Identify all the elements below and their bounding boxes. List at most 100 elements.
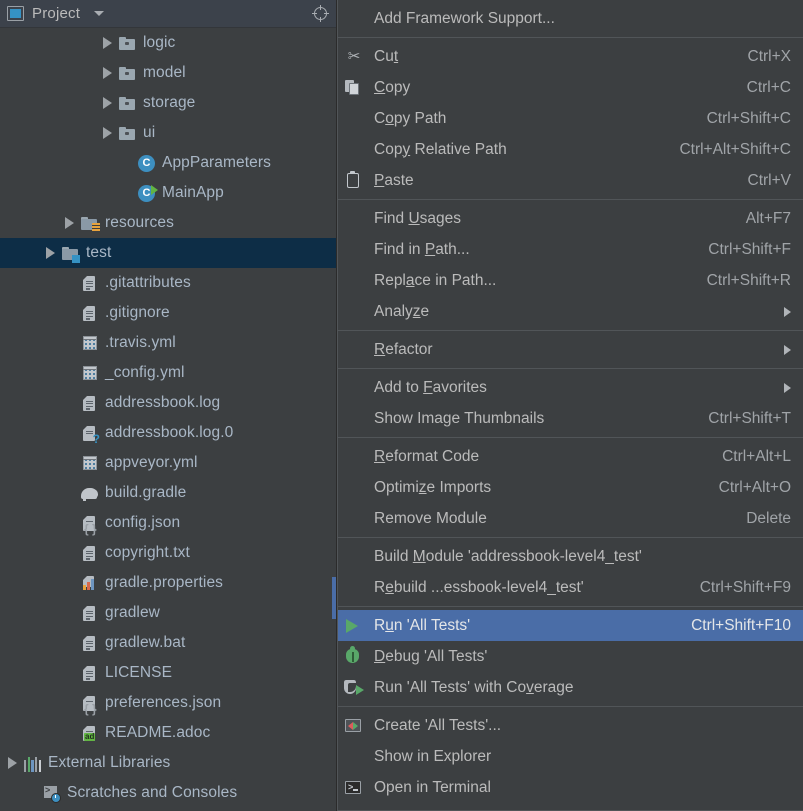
menu-item[interactable]: Find Usages Alt+F7	[338, 203, 803, 234]
tree-row[interactable]: storage	[0, 88, 336, 118]
tree-row[interactable]: logic	[0, 28, 336, 58]
menu-item[interactable]: ✂ Cut Ctrl+X	[338, 41, 803, 72]
expand-arrow-icon[interactable]	[46, 247, 55, 259]
menu-item-shortcut: Ctrl+C	[746, 78, 791, 96]
tree-scrollbar-thumb[interactable]	[332, 577, 336, 619]
tree-row[interactable]: .travis.yml	[0, 328, 336, 358]
text-file-icon	[81, 395, 98, 412]
menu-item-label: Show in Explorer	[374, 747, 492, 765]
menu-item[interactable]: > Open in Terminal	[338, 772, 803, 803]
menu-item-shortcut: Ctrl+Shift+F	[708, 240, 791, 258]
text-file-icon	[81, 545, 98, 562]
tree-row-label: MainApp	[162, 184, 224, 201]
chevron-down-icon[interactable]	[94, 11, 105, 16]
tree-row[interactable]: gradlew.bat	[0, 628, 336, 658]
menu-item[interactable]: Show in Explorer	[338, 741, 803, 772]
tree-row[interactable]: ad README.adoc	[0, 718, 336, 748]
tree-row[interactable]: { } preferences.json	[0, 688, 336, 718]
no-icon	[343, 241, 365, 258]
submenu-arrow-icon[interactable]	[784, 382, 791, 393]
context-menu[interactable]: Add Framework Support... ✂ Cut Ctrl+X Copy Ct…	[337, 0, 803, 811]
expand-arrow-icon[interactable]	[65, 217, 74, 229]
gradle-file-icon	[81, 485, 98, 502]
tree-row[interactable]: External Libraries	[0, 748, 336, 778]
menu-item-shortcut: Ctrl+V	[747, 171, 792, 189]
menu-item[interactable]: Add to Favorites	[338, 372, 803, 403]
menu-item[interactable]: Analyze	[338, 296, 803, 327]
tree-row[interactable]: gradle.properties	[0, 568, 336, 598]
expand-arrow-icon[interactable]	[103, 127, 112, 139]
tree-row[interactable]: LICENSE	[0, 658, 336, 688]
menu-item-label: Cut	[374, 47, 399, 65]
locate-target-icon[interactable]	[312, 5, 329, 22]
tree-row-label: gradle.properties	[105, 574, 224, 591]
menu-item[interactable]: Find in Path... Ctrl+Shift+F	[338, 234, 803, 265]
menu-item[interactable]: Add Framework Support...	[338, 3, 803, 34]
tree-row[interactable]: addressbook.log	[0, 388, 336, 418]
tree-row[interactable]: model	[0, 58, 336, 88]
menu-item-label: Rebuild ...essbook-level4_test'	[374, 578, 584, 596]
tree-row[interactable]: { } config.json	[0, 508, 336, 538]
menu-item[interactable]: Debug 'All Tests'	[338, 641, 803, 672]
menu-item[interactable]: Paste Ctrl+V	[338, 165, 803, 196]
tree-row[interactable]: .gitattributes	[0, 268, 336, 298]
project-window-icon	[7, 6, 24, 21]
folder-icon	[119, 65, 136, 82]
folder-icon	[119, 95, 136, 112]
menu-item[interactable]: Copy Relative Path Ctrl+Alt+Shift+C	[338, 134, 803, 165]
folder-icon	[119, 35, 136, 52]
tree-row[interactable]: resources	[0, 208, 336, 238]
intellij-project-view-with-context-menu: Project logic model storage ui C AppParameter…	[0, 0, 803, 811]
tree-row[interactable]: ui	[0, 118, 336, 148]
tree-row[interactable]: ? addressbook.log.0	[0, 418, 336, 448]
menu-item[interactable]: Run 'All Tests' with Coverage	[338, 672, 803, 703]
tree-row[interactable]: _config.yml	[0, 358, 336, 388]
menu-separator	[338, 37, 803, 38]
properties-file-icon	[81, 575, 98, 592]
tree-row-selected[interactable]: test	[0, 238, 336, 268]
submenu-arrow-icon[interactable]	[784, 306, 791, 317]
menu-item[interactable]: Replace in Path... Ctrl+Shift+R	[338, 265, 803, 296]
menu-item-shortcut: Ctrl+Shift+T	[708, 409, 791, 427]
menu-item-label: Find Usages	[374, 209, 462, 227]
no-icon	[343, 303, 365, 320]
tree-row[interactable]: C AppParameters	[0, 148, 336, 178]
tree-row-label: AppParameters	[162, 154, 271, 171]
expand-arrow-icon[interactable]	[103, 67, 112, 79]
expand-arrow-icon[interactable]	[103, 37, 112, 49]
tree-row[interactable]: > Scratches and Consoles	[0, 778, 336, 808]
submenu-arrow-icon[interactable]	[784, 344, 791, 355]
no-icon	[343, 448, 365, 465]
tree-row[interactable]: .gitignore	[0, 298, 336, 328]
tree-row-label: config.json	[105, 514, 181, 531]
menu-item[interactable]: Refactor	[338, 334, 803, 365]
json-file-icon: { }	[81, 695, 98, 715]
project-tree[interactable]: logic model storage ui C AppParameters C MainAp…	[0, 28, 336, 811]
menu-item[interactable]: Copy Path Ctrl+Shift+C	[338, 103, 803, 134]
menu-separator	[338, 368, 803, 369]
tree-row-label: gradlew	[105, 604, 160, 621]
menu-item[interactable]: Copy Ctrl+C	[338, 72, 803, 103]
menu-item[interactable]: Rebuild ...essbook-level4_test' Ctrl+Shif…	[338, 572, 803, 603]
menu-item[interactable]: Create 'All Tests'...	[338, 710, 803, 741]
tree-row-label: LICENSE	[105, 664, 173, 681]
menu-item[interactable]: Run 'All Tests' Ctrl+Shift+F10	[338, 610, 803, 641]
menu-item[interactable]: Build Module 'addressbook-level4_test'	[338, 541, 803, 572]
menu-item[interactable]: Reformat Code Ctrl+Alt+L	[338, 441, 803, 472]
tree-row[interactable]: copyright.txt	[0, 538, 336, 568]
expand-arrow-icon[interactable]	[8, 757, 17, 769]
tree-row[interactable]: build.gradle	[0, 478, 336, 508]
panel-title: Project	[32, 5, 81, 22]
asciidoc-file-icon: ad	[81, 725, 98, 742]
project-tool-window: Project logic model storage ui C AppParameter…	[0, 0, 337, 811]
tree-row-label: resources	[105, 214, 174, 231]
menu-item[interactable]: Show Image Thumbnails Ctrl+Shift+T	[338, 403, 803, 434]
tree-row[interactable]: appveyor.yml	[0, 448, 336, 478]
tree-row-label: storage	[143, 94, 196, 111]
menu-item[interactable]: Remove Module Delete	[338, 503, 803, 534]
tree-row[interactable]: C MainApp	[0, 178, 336, 208]
expand-arrow-icon[interactable]	[103, 97, 112, 109]
tree-row-label: README.adoc	[105, 724, 211, 741]
tree-row[interactable]: gradlew	[0, 598, 336, 628]
menu-item[interactable]: Optimize Imports Ctrl+Alt+O	[338, 472, 803, 503]
